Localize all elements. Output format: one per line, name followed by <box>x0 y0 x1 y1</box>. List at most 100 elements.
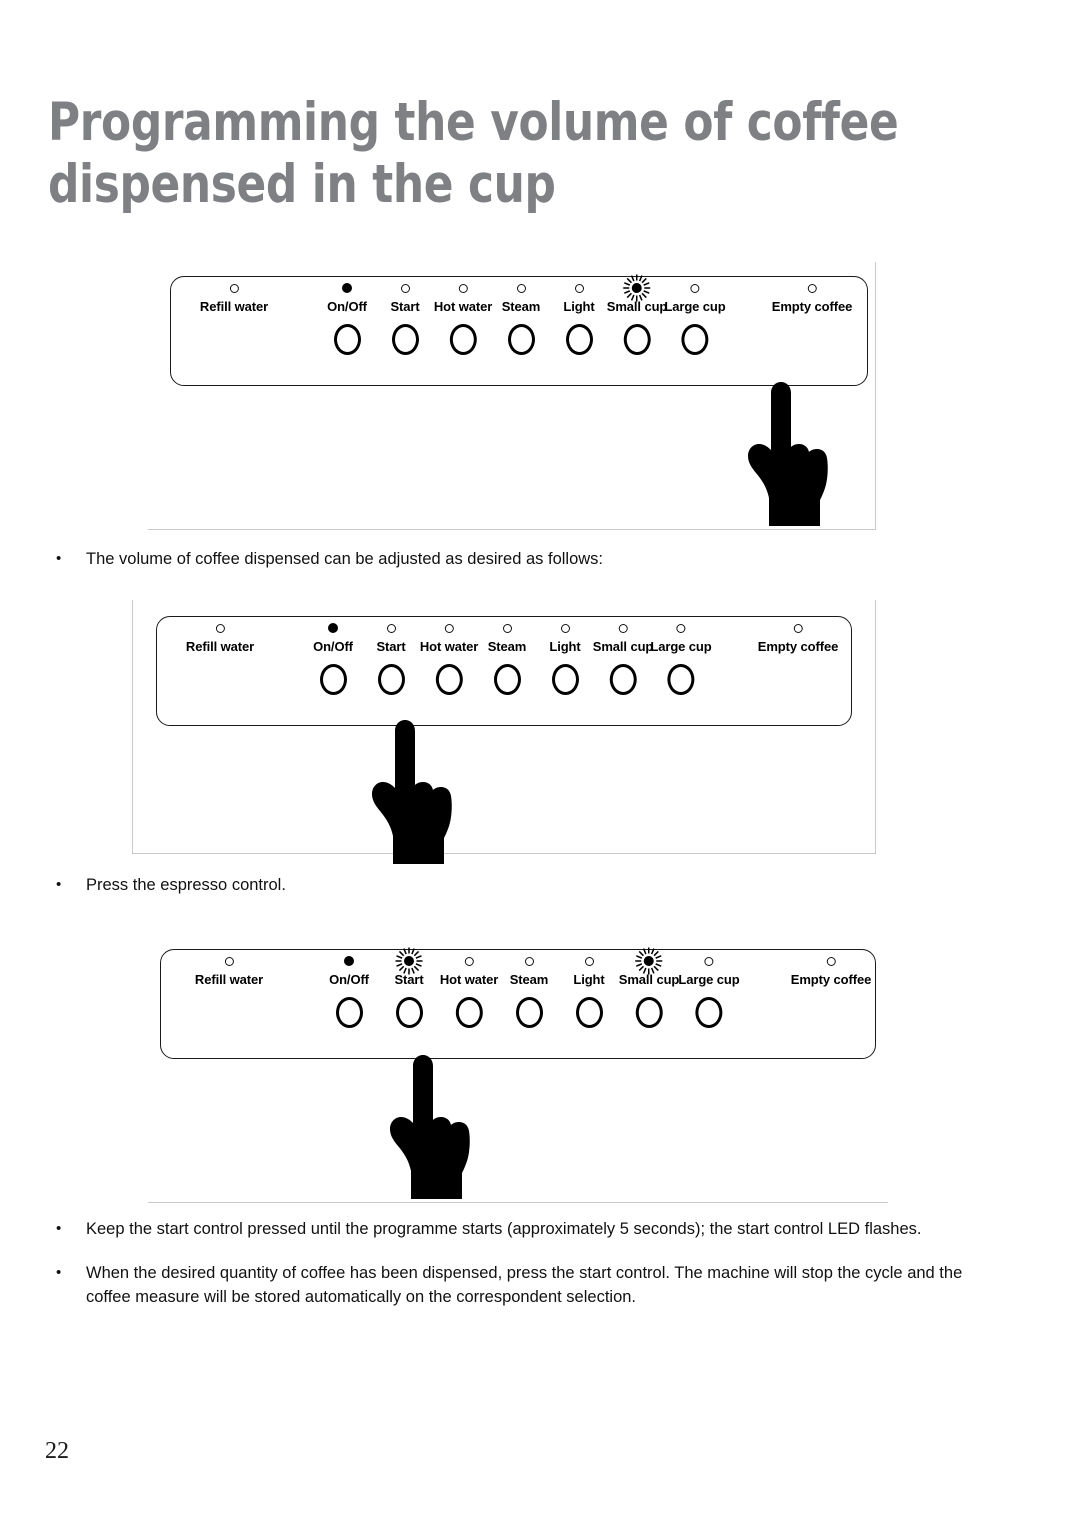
large-cup-button[interactable] <box>667 664 695 695</box>
led-on-off-icon <box>327 277 367 299</box>
steam-button[interactable] <box>493 664 521 695</box>
large-cup-button[interactable] <box>681 324 709 355</box>
small-cup-button[interactable] <box>623 324 651 355</box>
led-indicator-off <box>704 956 714 966</box>
start-button[interactable] <box>377 664 405 695</box>
led-flashing-small-cup-icon <box>629 947 669 975</box>
control-panel-row: Refill water On/Off Start Hot water Steam Lig… <box>157 617 851 725</box>
control-refill-water: Refill water <box>195 950 263 1028</box>
led-start-icon <box>371 617 411 639</box>
light-button[interactable] <box>575 997 603 1028</box>
bullet-text: Press the espresso control. <box>86 876 286 894</box>
control-label-hot-water: Hot water <box>439 972 499 987</box>
bullet-marker: • <box>56 550 62 567</box>
control-large-cup: Large cup <box>650 617 712 695</box>
control-panel: Refill water On/Off Start Hot water Steam Lig… <box>156 616 852 726</box>
led-indicator-off <box>464 956 474 966</box>
control-small-cup: Small cup <box>592 617 654 695</box>
led-indicator-off <box>215 623 225 633</box>
small-cup-button[interactable] <box>635 997 663 1028</box>
control-label-large-cup: Large cup <box>664 299 726 314</box>
led-flashing-small-cup-icon <box>617 274 657 302</box>
led-indicator-off <box>229 283 239 293</box>
light-button[interactable] <box>551 664 579 695</box>
led-indicator-off <box>458 283 468 293</box>
control-label-empty-coffee: Empty coffee <box>790 972 872 987</box>
led-hot-water-icon <box>449 950 489 972</box>
control-label-on-off: On/Off <box>313 639 353 654</box>
hot-water-button[interactable] <box>455 997 483 1028</box>
control-label-large-cup: Large cup <box>650 639 712 654</box>
led-indicator-on <box>328 623 338 633</box>
control-label-small-cup: Small cup <box>592 639 654 654</box>
led-steam-icon <box>487 617 527 639</box>
bullet-item: • Press the espresso control. <box>48 874 948 898</box>
control-panel-row: Refill water On/Off Start Hot water Steam Lig… <box>171 274 867 385</box>
led-refill-water-icon <box>214 277 254 299</box>
bullet-text: The volume of coffee dispensed can be ad… <box>86 550 604 568</box>
control-panel-row: Refill water On/Off Start Hot water Steam Lig… <box>161 947 875 1058</box>
led-empty-coffee-icon <box>792 277 832 299</box>
led-indicator-off <box>676 623 686 633</box>
led-indicator-off <box>386 623 396 633</box>
led-indicator-off <box>618 623 628 633</box>
control-label-light: Light <box>573 972 605 987</box>
control-hot-water: Hot water <box>420 617 478 695</box>
led-indicator-off <box>826 956 836 966</box>
control-start: Start <box>371 617 411 695</box>
control-on-off: On/Off <box>329 950 369 1028</box>
control-small-cup: Small cup <box>619 947 679 1028</box>
led-light-icon <box>545 617 585 639</box>
led-indicator-off <box>524 956 534 966</box>
hot-water-button[interactable] <box>435 664 463 695</box>
bullet-marker: • <box>56 1220 62 1237</box>
led-on-off-icon <box>329 950 369 972</box>
hot-water-button[interactable] <box>449 324 477 355</box>
start-button[interactable] <box>391 324 419 355</box>
led-refill-water-icon <box>200 617 240 639</box>
on-off-button[interactable] <box>333 324 361 355</box>
led-indicator-on <box>342 283 352 293</box>
led-empty-coffee-icon <box>778 617 818 639</box>
control-label-on-off: On/Off <box>327 299 367 314</box>
steam-button[interactable] <box>507 324 535 355</box>
led-indicator-off <box>400 283 410 293</box>
control-label-empty-coffee: Empty coffee <box>757 639 839 654</box>
led-on-off-icon <box>313 617 353 639</box>
on-off-button[interactable] <box>319 664 347 695</box>
control-label-refill-water: Refill water <box>194 972 264 987</box>
figure-panel-start-and-small-cup-flashing: Refill water On/Off Start Hot water Steam Lig… <box>148 935 888 1203</box>
control-hot-water: Hot water <box>440 950 498 1028</box>
led-large-cup-icon <box>661 617 701 639</box>
bullet-text: Keep the start control pressed until the… <box>86 1220 922 1238</box>
control-panel: Refill water On/Off Start Hot water Steam Lig… <box>170 274 868 386</box>
pointing-hand-icon <box>386 1053 482 1203</box>
control-label-on-off: On/Off <box>329 972 369 987</box>
bullet-item: • Keep the start control pressed until t… <box>48 1218 1008 1242</box>
steam-button[interactable] <box>515 997 543 1028</box>
led-light-icon <box>569 950 609 972</box>
control-start: Start <box>385 277 425 355</box>
control-large-cup: Large cup <box>678 950 740 1028</box>
small-cup-button[interactable] <box>609 664 637 695</box>
control-label-refill-water: Refill water <box>185 639 255 654</box>
control-label-empty-coffee: Empty coffee <box>771 299 853 314</box>
start-button[interactable] <box>395 997 423 1028</box>
led-hot-water-icon <box>429 617 469 639</box>
led-indicator-off <box>502 623 512 633</box>
control-label-light: Light <box>549 639 581 654</box>
on-off-button[interactable] <box>335 997 363 1028</box>
flashing-starburst-icon <box>632 947 666 975</box>
control-refill-water: Refill water <box>200 277 268 355</box>
control-label-large-cup: Large cup <box>678 972 740 987</box>
light-button[interactable] <box>565 324 593 355</box>
figure-panel-idle: Refill water On/Off Start Hot water Steam Lig… <box>132 600 876 864</box>
large-cup-button[interactable] <box>695 997 723 1028</box>
control-light: Light <box>545 617 585 695</box>
control-label-steam: Steam <box>487 639 527 654</box>
led-flashing-start-icon <box>389 947 429 975</box>
control-empty-coffee: Empty coffee <box>772 277 852 355</box>
control-panel: Refill water On/Off Start Hot water Steam Lig… <box>160 947 876 1059</box>
led-indicator-off <box>574 283 584 293</box>
control-label-start: Start <box>376 639 406 654</box>
